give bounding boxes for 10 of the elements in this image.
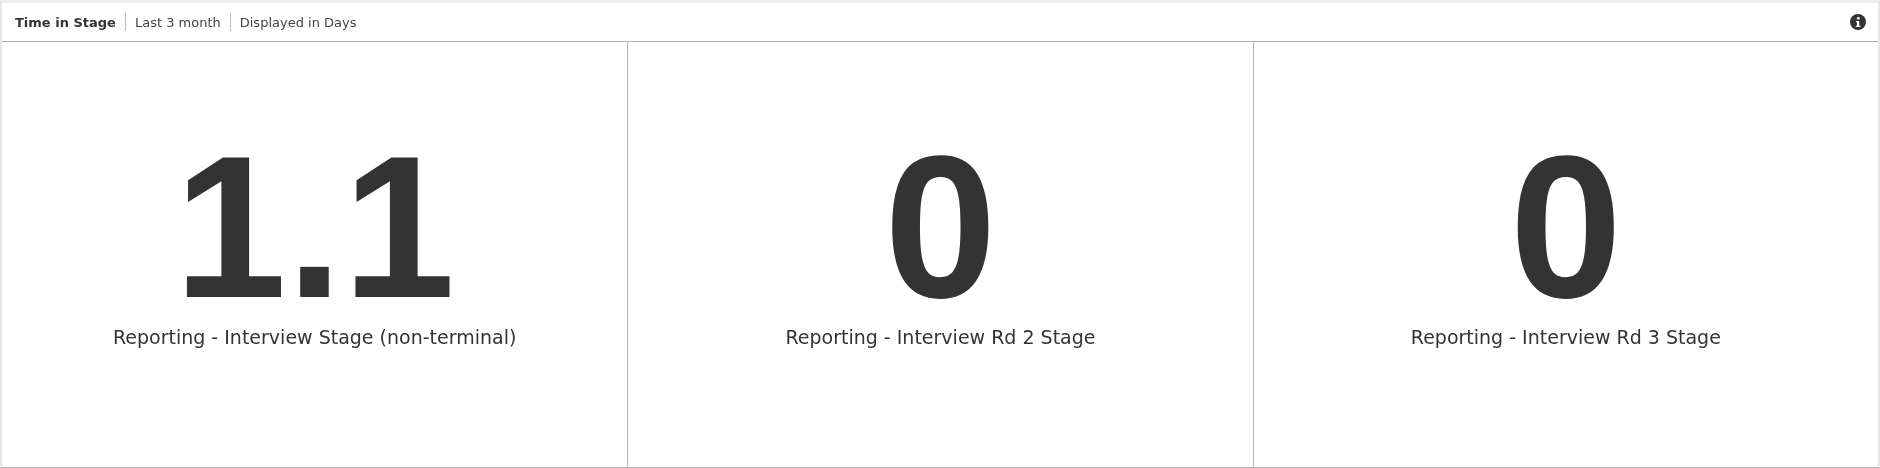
- period-label: Last 3 month: [134, 14, 221, 30]
- info-icon[interactable]: [1850, 14, 1866, 30]
- metric-value: 1.1: [174, 142, 456, 312]
- unit-label: Displayed in Days: [239, 14, 357, 30]
- metric-label: Reporting - Interview Stage (non-terminal): [112, 326, 517, 348]
- widget-title: Time in Stage: [15, 14, 116, 30]
- metric-label: Reporting - Interview Rd 3 Stage: [1410, 326, 1721, 348]
- metric-value: 0: [884, 142, 997, 312]
- metric-label: Reporting - Interview Rd 2 Stage: [785, 326, 1096, 348]
- metric-value: 0: [1509, 142, 1622, 312]
